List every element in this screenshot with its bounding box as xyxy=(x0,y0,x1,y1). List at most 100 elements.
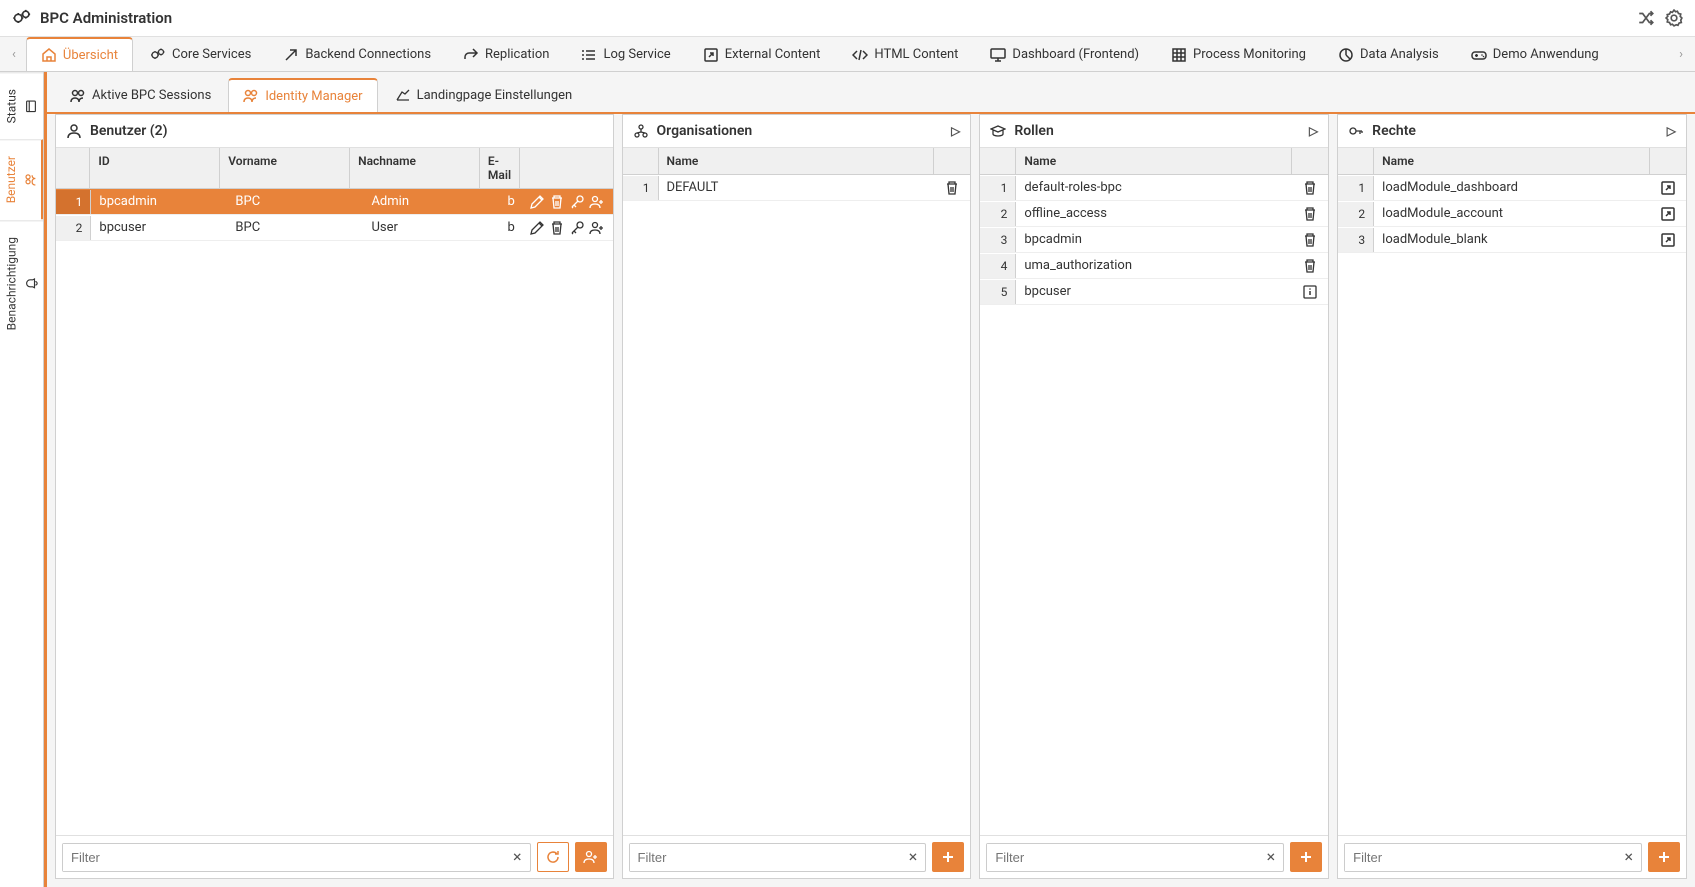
subtab-identity-manager[interactable]: Identity Manager xyxy=(228,78,377,112)
orgs-filter-input[interactable] xyxy=(630,844,901,871)
nav-next[interactable]: › xyxy=(1671,41,1691,68)
rights-filter-input[interactable] xyxy=(1345,844,1616,871)
trash-icon[interactable] xyxy=(1302,206,1318,222)
sidebar-label: Benachrichtigung xyxy=(5,237,19,330)
sidebar-benutzer[interactable]: Benutzer xyxy=(0,139,43,219)
cell-id: bpcadmin xyxy=(91,189,227,214)
table-row[interactable]: 1 DEFAULT xyxy=(623,175,971,201)
people-icon xyxy=(243,88,259,104)
add-user-button[interactable] xyxy=(575,842,607,872)
people-icon xyxy=(70,88,86,104)
cell-name: offline_access xyxy=(1016,201,1292,226)
table-row[interactable]: 1 loadModule_dashboard xyxy=(1338,175,1686,201)
trash-icon[interactable] xyxy=(944,180,960,196)
sidebar-benachrichtigung[interactable]: Benachrichtigung xyxy=(0,220,43,346)
filter-clear[interactable]: × xyxy=(1616,849,1641,865)
row-num: 5 xyxy=(980,280,1016,304)
cell-name: bpcadmin xyxy=(1016,227,1292,252)
table-row[interactable]: 1 bpcadmin BPC Admin bpcadmin@example.c.… xyxy=(56,189,613,215)
nav-data-analysis[interactable]: Data Analysis xyxy=(1323,38,1454,71)
col-id[interactable]: ID xyxy=(90,148,220,188)
key-icon[interactable] xyxy=(569,194,585,210)
people-icon xyxy=(24,173,38,186)
info-icon[interactable] xyxy=(1302,284,1318,300)
panel-benutzer: Benutzer (2) ID Vorname Nachname E-Mail … xyxy=(55,114,614,879)
nav-label: Demo Anwendung xyxy=(1493,47,1599,62)
trash-icon[interactable] xyxy=(1302,180,1318,196)
table-row[interactable]: 5 bpcuser xyxy=(980,279,1328,305)
nav-core-services[interactable]: Core Services xyxy=(135,38,266,71)
nav-dashboard[interactable]: Dashboard (Frontend) xyxy=(975,38,1154,71)
subtab-label: Landingpage Einstellungen xyxy=(417,88,573,103)
filter-clear[interactable]: × xyxy=(505,849,530,865)
table-row[interactable]: 2 loadModule_account xyxy=(1338,201,1686,227)
filter-clear[interactable]: × xyxy=(1259,849,1284,865)
table-row[interactable]: 2 offline_access xyxy=(980,201,1328,227)
row-num: 2 xyxy=(1338,202,1374,226)
nav-replication[interactable]: Replication xyxy=(448,38,564,71)
expand-icon[interactable]: ▷ xyxy=(951,124,960,138)
nav-uebersicht[interactable]: Übersicht xyxy=(26,37,133,71)
col-email[interactable]: E-Mail xyxy=(480,148,520,188)
edit-icon[interactable] xyxy=(529,194,545,210)
table-row[interactable]: 3 loadModule_blank xyxy=(1338,227,1686,253)
gears-icon xyxy=(150,47,166,63)
col-name[interactable]: Name xyxy=(659,148,935,174)
trash-icon[interactable] xyxy=(549,194,565,210)
cell-id: bpcuser xyxy=(91,215,227,240)
nav-prev[interactable]: ‹ xyxy=(4,41,24,68)
nav-label: Dashboard (Frontend) xyxy=(1012,47,1139,62)
nav-html-content[interactable]: HTML Content xyxy=(837,38,973,71)
nav-process-monitoring[interactable]: Process Monitoring xyxy=(1156,38,1321,71)
sidebar-status[interactable]: Status xyxy=(0,72,43,139)
external-icon[interactable] xyxy=(1660,180,1676,196)
external-icon[interactable] xyxy=(1660,232,1676,248)
refresh-icon xyxy=(545,849,561,865)
table-row[interactable]: 2 bpcuser BPC User bpcuser@example.com xyxy=(56,215,613,241)
trash-icon[interactable] xyxy=(1302,258,1318,274)
settings-icon[interactable] xyxy=(1665,9,1683,27)
col-vorname[interactable]: Vorname xyxy=(220,148,350,188)
gamepad-icon xyxy=(1471,47,1487,63)
personplus-icon[interactable] xyxy=(589,194,605,210)
panel-rollen: Rollen ▷ Name 1 default-roles-bpc 2 offl… xyxy=(979,114,1329,879)
expand-icon[interactable]: ▷ xyxy=(1667,124,1676,138)
roles-filter-input[interactable] xyxy=(987,844,1258,871)
col-nachname[interactable]: Nachname xyxy=(350,148,480,188)
cell-vorname: BPC xyxy=(227,189,363,214)
nav-log-service[interactable]: Log Service xyxy=(566,38,685,71)
col-name[interactable]: Name xyxy=(1374,148,1650,174)
personplus-icon[interactable] xyxy=(589,220,605,236)
key-icon[interactable] xyxy=(569,220,585,236)
shuffle-icon[interactable] xyxy=(1637,9,1655,27)
row-num: 1 xyxy=(980,176,1016,200)
nav-external-content[interactable]: External Content xyxy=(688,38,836,71)
row-num: 1 xyxy=(56,190,91,214)
table-row[interactable]: 4 uma_authorization xyxy=(980,253,1328,279)
external-icon[interactable] xyxy=(1660,206,1676,222)
table-row[interactable]: 3 bpcadmin xyxy=(980,227,1328,253)
subtab-label: Aktive BPC Sessions xyxy=(92,88,211,103)
cell-name: bpcuser xyxy=(1016,279,1292,304)
expand-icon[interactable]: ▷ xyxy=(1309,124,1318,138)
filter-clear[interactable]: × xyxy=(901,849,926,865)
nav-demo-anwendung[interactable]: Demo Anwendung xyxy=(1456,38,1614,71)
person-icon xyxy=(66,123,82,139)
trash-icon[interactable] xyxy=(549,220,565,236)
key-icon xyxy=(1348,123,1364,139)
status-icon xyxy=(25,99,39,113)
add-org-button[interactable] xyxy=(932,842,964,872)
refresh-button[interactable] xyxy=(537,842,569,872)
cell-nachname: User xyxy=(363,215,499,240)
subtab-sessions[interactable]: Aktive BPC Sessions xyxy=(55,78,226,112)
trash-icon[interactable] xyxy=(1302,232,1318,248)
edit-icon[interactable] xyxy=(529,220,545,236)
subtab-landingpage[interactable]: Landingpage Einstellungen xyxy=(380,78,588,112)
nav-backend-connections[interactable]: Backend Connections xyxy=(268,38,446,71)
table-row[interactable]: 1 default-roles-bpc xyxy=(980,175,1328,201)
add-role-button[interactable] xyxy=(1290,842,1322,872)
row-num: 4 xyxy=(980,254,1016,278)
col-name[interactable]: Name xyxy=(1016,148,1292,174)
users-filter-input[interactable] xyxy=(63,844,505,871)
add-right-button[interactable] xyxy=(1648,842,1680,872)
